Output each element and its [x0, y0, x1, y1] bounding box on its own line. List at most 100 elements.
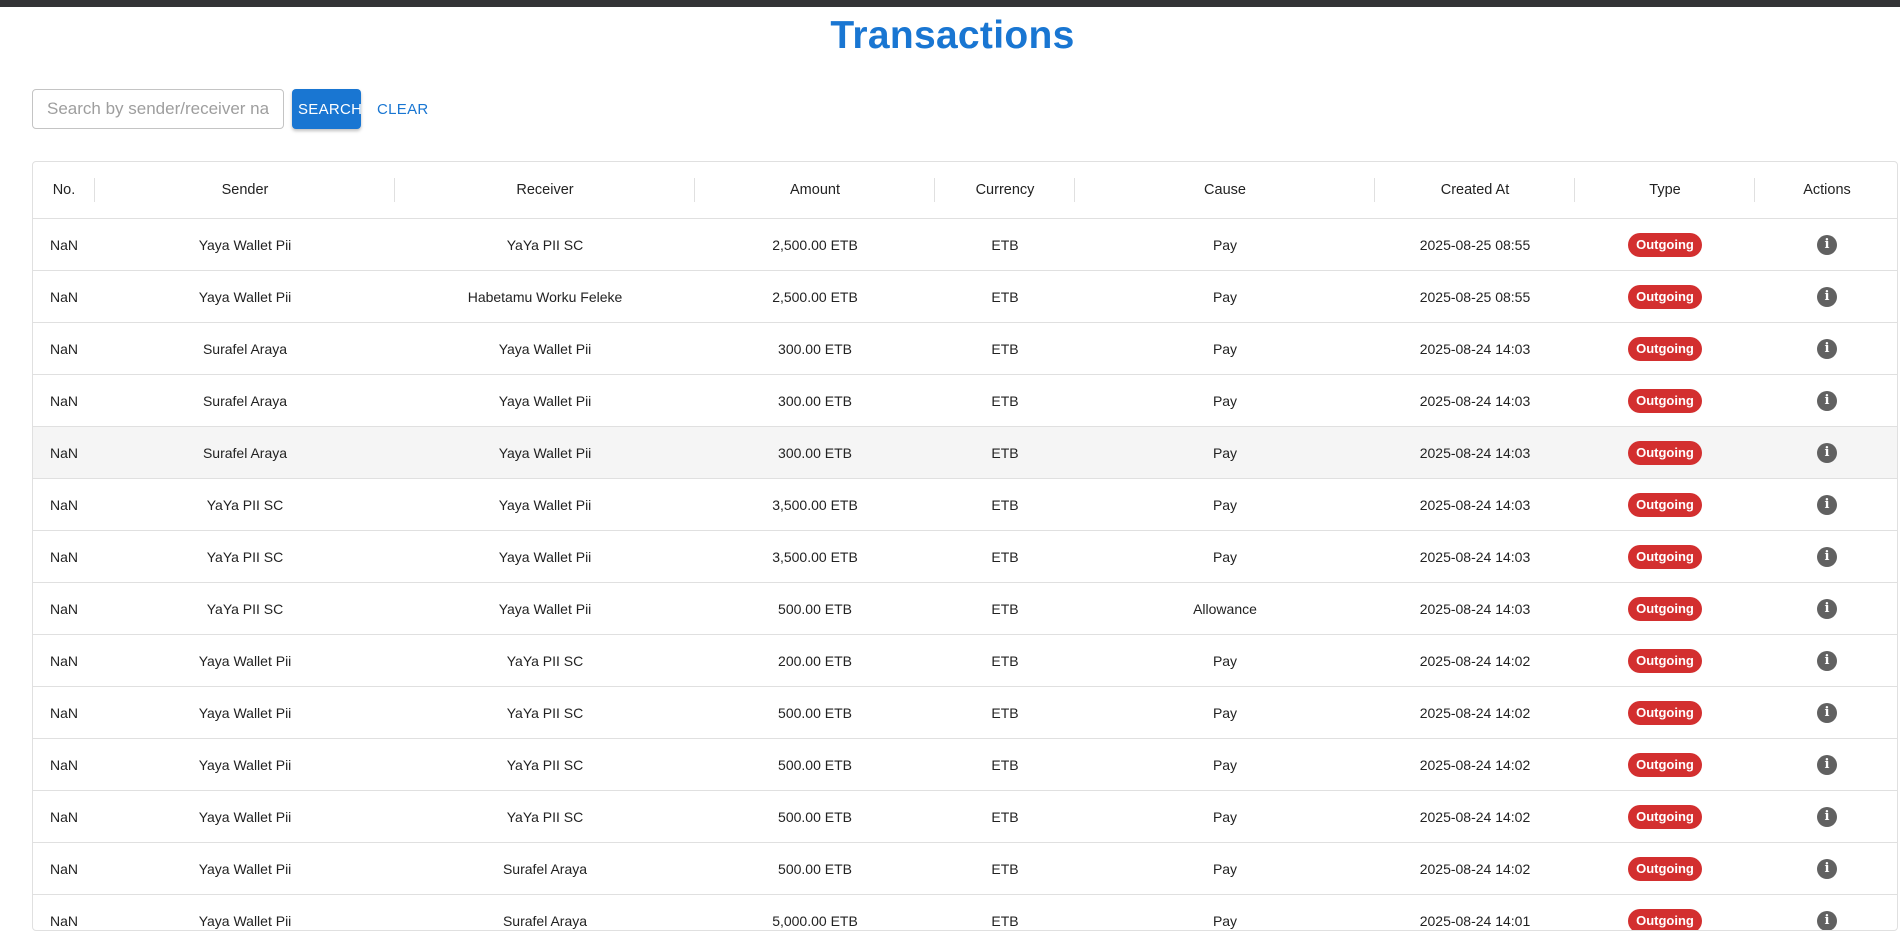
search-input[interactable] [32, 89, 284, 129]
cell-type: Outgoing [1575, 739, 1755, 791]
search-toolbar: SEARCH CLEAR [32, 89, 437, 129]
info-icon[interactable]: i [1817, 235, 1837, 255]
info-icon[interactable]: i [1817, 859, 1837, 879]
clear-button[interactable]: CLEAR [369, 89, 437, 129]
cell-type: Outgoing [1575, 375, 1755, 427]
cell-amount: 3,500.00 ETB [695, 531, 935, 583]
cell-type: Outgoing [1575, 219, 1755, 271]
cell-no: NaN [33, 427, 95, 479]
cell-currency: ETB [935, 427, 1075, 479]
table-row[interactable]: NaNYaya Wallet PiiYaYa PII SC500.00 ETBE… [33, 791, 1898, 843]
cell-receiver: Habetamu Worku Feleke [395, 271, 695, 323]
info-icon[interactable]: i [1817, 495, 1837, 515]
cell-actions: i [1755, 531, 1898, 583]
info-icon[interactable]: i [1817, 703, 1837, 723]
cell-created-at: 2025-08-24 14:03 [1375, 427, 1575, 479]
cell-created-at: 2025-08-24 14:01 [1375, 895, 1575, 931]
cell-cause: Pay [1075, 687, 1375, 739]
cell-cause: Pay [1075, 635, 1375, 687]
cell-receiver: YaYa PII SC [395, 635, 695, 687]
cell-amount: 2,500.00 ETB [695, 219, 935, 271]
cell-actions: i [1755, 427, 1898, 479]
cell-currency: ETB [935, 895, 1075, 931]
table-row[interactable]: NaNYaya Wallet PiiHabetamu Worku Feleke2… [33, 271, 1898, 323]
column-header-no[interactable]: No. [33, 162, 95, 219]
table-row[interactable]: NaNYaYa PII SCYaya Wallet Pii3,500.00 ET… [33, 531, 1898, 583]
table-row[interactable]: NaNYaya Wallet PiiYaYa PII SC500.00 ETBE… [33, 687, 1898, 739]
table-row[interactable]: NaNSurafel ArayaYaya Wallet Pii300.00 ET… [33, 323, 1898, 375]
table-row[interactable]: NaNYaya Wallet PiiSurafel Araya5,000.00 … [33, 895, 1898, 931]
status-badge: Outgoing [1628, 441, 1702, 465]
cell-receiver: Surafel Araya [395, 843, 695, 895]
cell-created-at: 2025-08-24 14:02 [1375, 791, 1575, 843]
column-header-cause[interactable]: Cause [1075, 162, 1375, 219]
info-icon[interactable]: i [1817, 651, 1837, 671]
cell-currency: ETB [935, 531, 1075, 583]
info-icon[interactable]: i [1817, 547, 1837, 567]
cell-actions: i [1755, 843, 1898, 895]
column-header-amount[interactable]: Amount [695, 162, 935, 219]
info-icon[interactable]: i [1817, 339, 1837, 359]
table-row[interactable]: NaNYaYa PII SCYaya Wallet Pii500.00 ETBE… [33, 583, 1898, 635]
cell-cause: Pay [1075, 375, 1375, 427]
cell-sender: Yaya Wallet Pii [95, 635, 395, 687]
cell-type: Outgoing [1575, 895, 1755, 931]
cell-cause: Allowance [1075, 583, 1375, 635]
info-icon[interactable]: i [1817, 807, 1837, 827]
table-row[interactable]: NaNSurafel ArayaYaya Wallet Pii300.00 ET… [33, 427, 1898, 479]
status-badge: Outgoing [1628, 233, 1702, 257]
cell-no: NaN [33, 843, 95, 895]
cell-no: NaN [33, 739, 95, 791]
cell-created-at: 2025-08-24 14:02 [1375, 687, 1575, 739]
info-icon[interactable]: i [1817, 391, 1837, 411]
info-icon[interactable]: i [1817, 287, 1837, 307]
cell-sender: Yaya Wallet Pii [95, 895, 395, 931]
cell-actions: i [1755, 895, 1898, 931]
column-header-created-at[interactable]: Created At [1375, 162, 1575, 219]
column-header-currency[interactable]: Currency [935, 162, 1075, 219]
cell-actions: i [1755, 479, 1898, 531]
table-row[interactable]: NaNYaya Wallet PiiYaYa PII SC200.00 ETBE… [33, 635, 1898, 687]
info-icon[interactable]: i [1817, 443, 1837, 463]
cell-actions: i [1755, 323, 1898, 375]
transactions-table-container: No. Sender Receiver Amount Currency Caus… [32, 161, 1898, 931]
table-row[interactable]: NaNYaya Wallet PiiSurafel Araya500.00 ET… [33, 843, 1898, 895]
cell-cause: Pay [1075, 843, 1375, 895]
table-row[interactable]: NaNYaya Wallet PiiYaYa PII SC500.00 ETBE… [33, 739, 1898, 791]
cell-type: Outgoing [1575, 583, 1755, 635]
table-row[interactable]: NaNYaYa PII SCYaya Wallet Pii3,500.00 ET… [33, 479, 1898, 531]
cell-type: Outgoing [1575, 427, 1755, 479]
table-header-row: No. Sender Receiver Amount Currency Caus… [33, 162, 1898, 219]
column-header-receiver[interactable]: Receiver [395, 162, 695, 219]
cell-created-at: 2025-08-24 14:03 [1375, 583, 1575, 635]
table-row[interactable]: NaNYaya Wallet PiiYaYa PII SC2,500.00 ET… [33, 219, 1898, 271]
status-badge: Outgoing [1628, 857, 1702, 881]
cell-receiver: Yaya Wallet Pii [395, 427, 695, 479]
cell-receiver: Yaya Wallet Pii [395, 479, 695, 531]
info-icon[interactable]: i [1817, 755, 1837, 775]
cell-sender: Yaya Wallet Pii [95, 219, 395, 271]
cell-created-at: 2025-08-24 14:03 [1375, 323, 1575, 375]
cell-type: Outgoing [1575, 323, 1755, 375]
cell-no: NaN [33, 583, 95, 635]
info-icon[interactable]: i [1817, 599, 1837, 619]
cell-sender: Surafel Araya [95, 427, 395, 479]
column-header-type[interactable]: Type [1575, 162, 1755, 219]
cell-actions: i [1755, 219, 1898, 271]
cell-amount: 5,000.00 ETB [695, 895, 935, 931]
table-row[interactable]: NaNSurafel ArayaYaya Wallet Pii300.00 ET… [33, 375, 1898, 427]
cell-sender: YaYa PII SC [95, 531, 395, 583]
cell-no: NaN [33, 791, 95, 843]
cell-created-at: 2025-08-25 08:55 [1375, 219, 1575, 271]
cell-amount: 2,500.00 ETB [695, 271, 935, 323]
status-badge: Outgoing [1628, 805, 1702, 829]
column-header-sender[interactable]: Sender [95, 162, 395, 219]
search-button[interactable]: SEARCH [292, 89, 361, 129]
cell-type: Outgoing [1575, 479, 1755, 531]
cell-amount: 300.00 ETB [695, 375, 935, 427]
cell-type: Outgoing [1575, 687, 1755, 739]
cell-sender: Surafel Araya [95, 323, 395, 375]
cell-type: Outgoing [1575, 635, 1755, 687]
cell-sender: Yaya Wallet Pii [95, 791, 395, 843]
column-header-actions[interactable]: Actions [1755, 162, 1898, 219]
